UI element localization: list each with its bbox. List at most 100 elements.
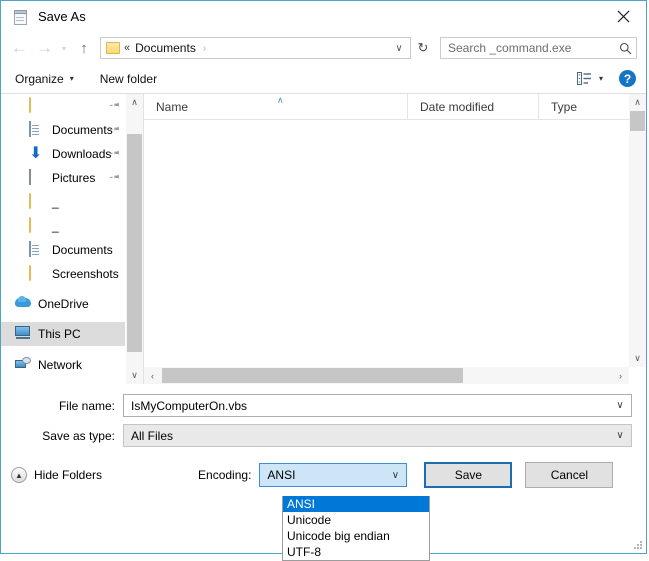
- sidebar-item-onedrive[interactable]: OneDrive: [1, 292, 125, 316]
- encoding-value: ANSI: [267, 468, 296, 482]
- save-button[interactable]: Save: [424, 462, 513, 488]
- column-header-row: Name ∧ Date modified Type: [144, 94, 629, 120]
- scroll-up-button[interactable]: ∧: [126, 94, 143, 111]
- chevron-down-icon: ▾: [598, 74, 603, 83]
- column-label: Type: [551, 99, 578, 114]
- column-label: Name: [156, 99, 189, 114]
- file-list-pane: Name ∧ Date modified Type ‹ ›: [143, 94, 629, 384]
- scrollbar-thumb[interactable]: [630, 111, 645, 131]
- sidebar-item-documents-pinned[interactable]: Documents: [1, 118, 125, 142]
- breadcrumb-separator-icon: ›: [202, 42, 207, 54]
- help-button[interactable]: ?: [619, 70, 636, 87]
- sort-ascending-icon: ∧: [277, 95, 284, 105]
- scroll-down-button[interactable]: ∨: [629, 350, 646, 367]
- sidebar-item-screenshots[interactable]: Screenshots: [1, 262, 125, 286]
- folder-icon: [106, 42, 120, 54]
- this-pc-icon: [15, 326, 31, 342]
- sidebar-item-label: Pictures: [52, 171, 96, 185]
- filetype-select[interactable]: All Files ∨: [123, 424, 632, 447]
- hide-folders-label: Hide Folders: [34, 468, 103, 482]
- search-input[interactable]: Search _command.exe: [441, 41, 614, 55]
- file-list[interactable]: [144, 120, 629, 367]
- back-button[interactable]: ←: [7, 35, 32, 61]
- organize-label: Organize: [15, 71, 64, 86]
- scrollbar-thumb[interactable]: [127, 134, 142, 352]
- column-header-type[interactable]: Type: [539, 94, 629, 119]
- breadcrumb-overflow-icon[interactable]: «: [124, 42, 130, 54]
- scroll-right-button[interactable]: ›: [612, 367, 629, 384]
- filename-value[interactable]: IsMyComputerOn.vbs: [124, 399, 609, 413]
- sidebar-item-label: _: [52, 219, 59, 233]
- network-icon: [15, 357, 31, 373]
- sidebar-item-downloads[interactable]: ⬇ Downloads: [1, 142, 125, 166]
- forward-button[interactable]: →: [32, 35, 57, 61]
- encoding-dropdown-list[interactable]: ANSI Unicode Unicode big endian UTF-8: [282, 496, 430, 561]
- action-row: ▲ Hide Folders Encoding: ANSI ∨ Save Can…: [1, 461, 646, 489]
- filename-row: File name: IsMyComputerOn.vbs ∨: [1, 394, 646, 417]
- filetype-label: Save as type:: [42, 428, 115, 443]
- folder-icon: [29, 97, 45, 114]
- view-options-button[interactable]: ▾: [576, 72, 603, 85]
- new-folder-label: New folder: [99, 71, 158, 86]
- sidebar-item-label: Documents: [52, 243, 113, 257]
- command-toolbar: Organize ▾ New folder ▾ ?: [1, 64, 646, 94]
- hide-folders-button[interactable]: ▲ Hide Folders: [11, 467, 102, 483]
- sidebar-item-folder-b[interactable]: _: [1, 214, 125, 238]
- pin-icon: [107, 171, 122, 186]
- pin-icon: [107, 99, 122, 114]
- list-view-icon: [576, 72, 591, 85]
- chevron-down-icon[interactable]: ∨: [609, 430, 631, 441]
- sidebar-item-pictures[interactable]: Pictures: [1, 166, 125, 190]
- save-as-dialog: Save As ← → ▾ ↑ « Documents › ∨ ↻ Search…: [0, 0, 647, 561]
- organize-button[interactable]: Organize ▾: [15, 72, 74, 86]
- dropdown-option-unicode[interactable]: Unicode: [283, 512, 429, 528]
- file-list-hscrollbar[interactable]: ‹ ›: [144, 367, 629, 384]
- chevron-down-icon[interactable]: ∨: [388, 43, 410, 54]
- window-title: Save As: [38, 9, 86, 24]
- sidebar-item-documents[interactable]: Documents: [1, 238, 125, 262]
- encoding-select[interactable]: ANSI ∨: [259, 463, 408, 487]
- sidebar-item-folder-a[interactable]: _: [1, 190, 125, 214]
- documents-icon: [29, 121, 45, 138]
- dropdown-option-unicode-big-endian[interactable]: Unicode big endian: [283, 528, 429, 544]
- search-box[interactable]: Search _command.exe: [440, 37, 637, 59]
- chevron-down-icon[interactable]: ∨: [609, 400, 631, 411]
- close-button[interactable]: [600, 1, 646, 31]
- sidebar-item-label: Network: [38, 358, 83, 372]
- title-bar: Save As: [1, 1, 646, 32]
- scrollbar-corner: [629, 367, 646, 384]
- documents-icon: [29, 241, 45, 258]
- scroll-left-button[interactable]: ‹: [144, 367, 161, 384]
- hscrollbar-thumb[interactable]: [162, 368, 463, 383]
- resize-grip[interactable]: [633, 541, 643, 551]
- sidebar-item-quickaccess-folder[interactable]: [1, 94, 125, 118]
- dropdown-option-ansi[interactable]: ANSI: [283, 496, 429, 512]
- up-button[interactable]: ↑: [71, 35, 97, 61]
- sidebar-scrollbar[interactable]: ∧ ∨: [125, 94, 143, 384]
- save-form: File name: IsMyComputerOn.vbs ∨ Save as …: [1, 384, 646, 489]
- breadcrumb-documents[interactable]: Documents: [135, 41, 196, 55]
- circle-up-icon: ▲: [11, 467, 27, 483]
- navigation-bar: ← → ▾ ↑ « Documents › ∨ ↻ Search _comman…: [1, 32, 646, 64]
- filename-input[interactable]: IsMyComputerOn.vbs ∨: [123, 394, 632, 417]
- pictures-icon: [29, 169, 45, 186]
- browser-body: Documents ⬇ Downloads Pictures _ _ Docum…: [1, 94, 646, 384]
- cancel-button[interactable]: Cancel: [525, 462, 614, 488]
- column-header-date-modified[interactable]: Date modified: [408, 94, 539, 119]
- folder-icon: [29, 265, 45, 282]
- sidebar-item-this-pc[interactable]: This PC: [1, 322, 125, 346]
- scroll-down-button[interactable]: ∨: [126, 367, 143, 384]
- address-bar[interactable]: « Documents › ∨: [100, 37, 411, 59]
- column-label: Date modified: [420, 99, 495, 114]
- sidebar-item-label: This PC: [38, 327, 81, 341]
- column-header-name[interactable]: Name ∧: [144, 94, 408, 119]
- new-folder-button[interactable]: New folder: [100, 72, 157, 86]
- recent-locations-button[interactable]: ▾: [57, 35, 71, 61]
- filetype-value: All Files: [131, 428, 174, 443]
- sidebar-item-network[interactable]: Network: [1, 353, 125, 377]
- refresh-icon[interactable]: ↻: [412, 37, 434, 59]
- chevron-down-icon[interactable]: ∨: [384, 470, 406, 481]
- scroll-up-button[interactable]: ∧: [629, 94, 646, 111]
- dropdown-option-utf8[interactable]: UTF-8: [283, 544, 429, 560]
- file-list-vscrollbar[interactable]: ∧ ∨: [629, 94, 646, 384]
